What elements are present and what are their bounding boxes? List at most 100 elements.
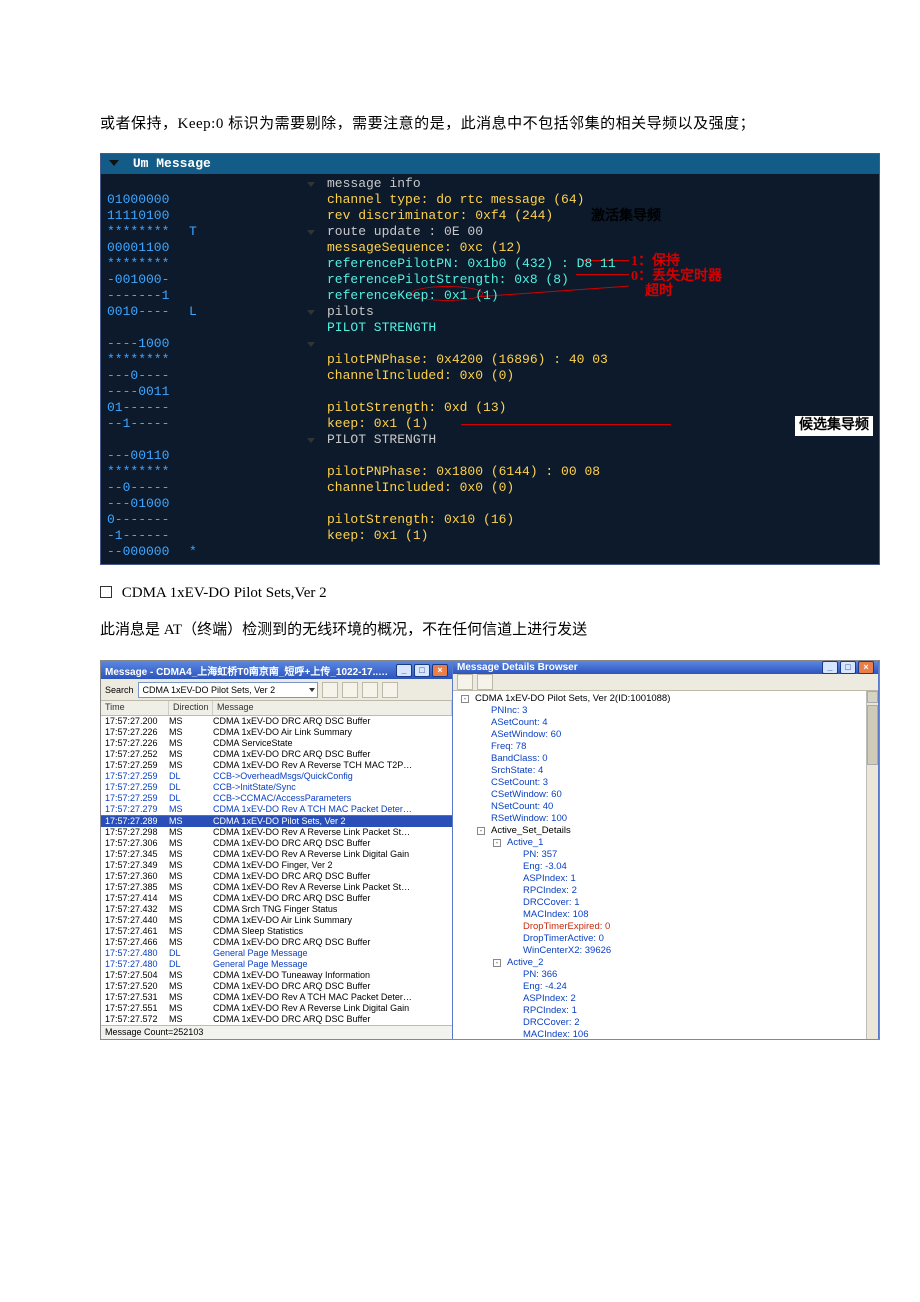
um-line: ********Troute update : 0E 00 [101, 224, 879, 240]
close-button[interactable]: × [432, 664, 448, 677]
table-row[interactable]: 17:57:27.520MSCDMA 1xEV-DO DRC ARQ DSC B… [101, 981, 452, 992]
minimize-button[interactable]: _ [822, 661, 838, 674]
table-row[interactable]: 17:57:27.345MSCDMA 1xEV-DO Rev A Reverse… [101, 849, 452, 860]
tree-item[interactable]: ASPIndex: 1 [457, 873, 866, 885]
collapse-icon [307, 342, 315, 347]
tree-item[interactable]: Eng: -3.04 [457, 861, 866, 873]
table-row[interactable]: 17:57:27.289MSCDMA 1xEV-DO Pilot Sets, V… [101, 816, 452, 827]
table-row[interactable]: 17:57:27.226MSCDMA ServiceState [101, 738, 452, 749]
tree-item[interactable]: PNInc: 3 [457, 705, 866, 717]
tree-item[interactable]: CSetCount: 3 [457, 777, 866, 789]
table-row[interactable]: 17:57:27.504MSCDMA 1xEV-DO Tuneaway Info… [101, 970, 452, 981]
tree-item[interactable]: ASetCount: 4 [457, 717, 866, 729]
tree-item[interactable]: -Active_Set_Details [457, 825, 866, 837]
tree-item[interactable]: WinCenterX2: 39626 [457, 945, 866, 957]
tree-item[interactable]: Eng: -4.24 [457, 981, 866, 993]
intro-paragraph: 或者保持，Keep:0 标识为需要剔除，需要注意的是，此消息中不包括邻集的相关导… [100, 110, 880, 139]
tree-item[interactable]: BandClass: 0 [457, 753, 866, 765]
text-col [207, 496, 879, 512]
tree-item[interactable]: CSetWindow: 60 [457, 789, 866, 801]
table-row[interactable]: 17:57:27.531MSCDMA 1xEV-DO Rev A TCH MAC… [101, 992, 452, 1003]
table-row[interactable]: 17:57:27.259DLCCB->OverheadMsgs/QuickCon… [101, 771, 452, 782]
cell-time: 17:57:27.259 [101, 760, 169, 771]
table-row[interactable]: 17:57:27.259DLCCB->CCMAC/AccessParameter… [101, 793, 452, 804]
tree-item[interactable]: Freq: 78 [457, 741, 866, 753]
table-body[interactable]: 17:57:27.200MSCDMA 1xEV-DO DRC ARQ DSC B… [101, 716, 452, 1025]
table-row[interactable]: 17:57:27.298MSCDMA 1xEV-DO Rev A Reverse… [101, 827, 452, 838]
tree-root[interactable]: - CDMA 1xEV-DO Pilot Sets, Ver 2(ID:1001… [457, 693, 866, 705]
tree-item[interactable]: PN: 357 [457, 849, 866, 861]
scroll-thumb[interactable] [867, 705, 878, 765]
maximize-button[interactable]: □ [840, 661, 856, 674]
footer-count: Message Count=252103 [101, 1025, 452, 1039]
settings-icon[interactable] [362, 682, 378, 698]
scroll-up-icon[interactable] [867, 691, 878, 703]
table-row[interactable]: 17:57:27.200MSCDMA 1xEV-DO DRC ARQ DSC B… [101, 716, 452, 727]
expand-icon[interactable]: - [493, 839, 501, 847]
col-direction[interactable]: Direction [169, 701, 213, 715]
table-row[interactable]: 17:57:27.306MSCDMA 1xEV-DO DRC ARQ DSC B… [101, 838, 452, 849]
tree-item[interactable]: ASetWindow: 60 [457, 729, 866, 741]
table-row[interactable]: 17:57:27.414MSCDMA 1xEV-DO DRC ARQ DSC B… [101, 893, 452, 904]
tree-item[interactable]: MACIndex: 108 [457, 909, 866, 921]
col-time[interactable]: Time [101, 701, 169, 715]
details-tree[interactable]: - CDMA 1xEV-DO Pilot Sets, Ver 2(ID:1001… [453, 691, 866, 1040]
table-row[interactable]: 17:57:27.432MSCDMA Srch TNG Finger Statu… [101, 904, 452, 915]
table-row[interactable]: 17:57:27.226MSCDMA 1xEV-DO Air Link Summ… [101, 727, 452, 738]
tree-item-label: Eng: -3.04 [523, 861, 567, 872]
table-row[interactable]: 17:57:27.572MSCDMA 1xEV-DO DRC ARQ DSC B… [101, 1014, 452, 1025]
table-row[interactable]: 17:57:27.360MSCDMA 1xEV-DO DRC ARQ DSC B… [101, 871, 452, 882]
tree-item[interactable]: DRCCover: 2 [457, 1017, 866, 1029]
table-row[interactable]: 17:57:27.466MSCDMA 1xEV-DO DRC ARQ DSC B… [101, 937, 452, 948]
cell-dir: MS [169, 893, 213, 904]
tree-item[interactable]: -Active_1 [457, 837, 866, 849]
message-details-window: Message Details Browser _ □ × - CDMA 1xE… [453, 661, 879, 1039]
cell-dir: MS [169, 926, 213, 937]
titlebar[interactable]: Message - CDMA4_上海虹桥T0南京南_短呼+上传_1022-17.… [101, 661, 452, 679]
table-row[interactable]: 17:57:27.480DLGeneral Page Message [101, 959, 452, 970]
search-combo[interactable]: CDMA 1xEV-DO Pilot Sets, Ver 2 [138, 682, 318, 698]
cell-time: 17:57:27.259 [101, 771, 169, 782]
tree-item[interactable]: -Active_2 [457, 957, 866, 969]
expand-icon[interactable]: - [477, 827, 485, 835]
table-row[interactable]: 17:57:27.551MSCDMA 1xEV-DO Rev A Reverse… [101, 1003, 452, 1014]
scrollbar[interactable] [866, 691, 878, 1040]
tree-item[interactable]: SrchState: 4 [457, 765, 866, 777]
tree-item[interactable]: MACIndex: 106 [457, 1029, 866, 1040]
expand-icon[interactable]: - [493, 959, 501, 967]
lock-icon[interactable] [322, 682, 338, 698]
table-row[interactable]: 17:57:27.440MSCDMA 1xEV-DO Air Link Summ… [101, 915, 452, 926]
next-icon[interactable] [382, 682, 398, 698]
tree-item[interactable]: PN: 366 [457, 969, 866, 981]
tree-item[interactable]: DropTimerActive: 0 [457, 933, 866, 945]
tree-item[interactable]: ASPIndex: 2 [457, 993, 866, 1005]
dir-col [189, 384, 207, 400]
maximize-button[interactable]: □ [414, 664, 430, 677]
lock-icon[interactable] [457, 674, 473, 690]
tree-item[interactable]: NSetCount: 40 [457, 801, 866, 813]
titlebar[interactable]: Message Details Browser _ □ × [453, 661, 878, 674]
table-row[interactable]: 17:57:27.385MSCDMA 1xEV-DO Rev A Reverse… [101, 882, 452, 893]
tree-item[interactable]: RPCIndex: 1 [457, 1005, 866, 1017]
tree-item[interactable]: DRCCover: 1 [457, 897, 866, 909]
tree-item[interactable]: RPCIndex: 2 [457, 885, 866, 897]
tree-item[interactable]: DropTimerExpired: 0 [457, 921, 866, 933]
tree-item[interactable]: RSetWindow: 100 [457, 813, 866, 825]
col-message[interactable]: Message [213, 701, 452, 715]
dir-col: T [189, 224, 207, 240]
close-button[interactable]: × [858, 661, 874, 674]
table-row[interactable]: 17:57:27.259MSCDMA 1xEV-DO Rev A Reverse… [101, 760, 452, 771]
table-row[interactable]: 17:57:27.252MSCDMA 1xEV-DO DRC ARQ DSC B… [101, 749, 452, 760]
table-row[interactable]: 17:57:27.461MSCDMA Sleep Statistics [101, 926, 452, 937]
print-icon[interactable] [477, 674, 493, 690]
table-row[interactable]: 17:57:27.259DLCCB->InitState/Sync [101, 782, 452, 793]
minimize-button[interactable]: _ [396, 664, 412, 677]
cell-dir: MS [169, 882, 213, 893]
text-col: pilotPNPhase: 0x1800 (6144) : 00 08 [207, 464, 879, 480]
table-row[interactable]: 17:57:27.279MSCDMA 1xEV-DO Rev A TCH MAC… [101, 804, 452, 816]
um-line: -001000-referencePilotStrength: 0x8 (8) [101, 272, 879, 288]
expand-icon[interactable]: - [461, 695, 469, 703]
table-row[interactable]: 17:57:27.480DLGeneral Page Message [101, 948, 452, 959]
filter-icon[interactable] [342, 682, 358, 698]
table-row[interactable]: 17:57:27.349MSCDMA 1xEV-DO Finger, Ver 2 [101, 860, 452, 871]
